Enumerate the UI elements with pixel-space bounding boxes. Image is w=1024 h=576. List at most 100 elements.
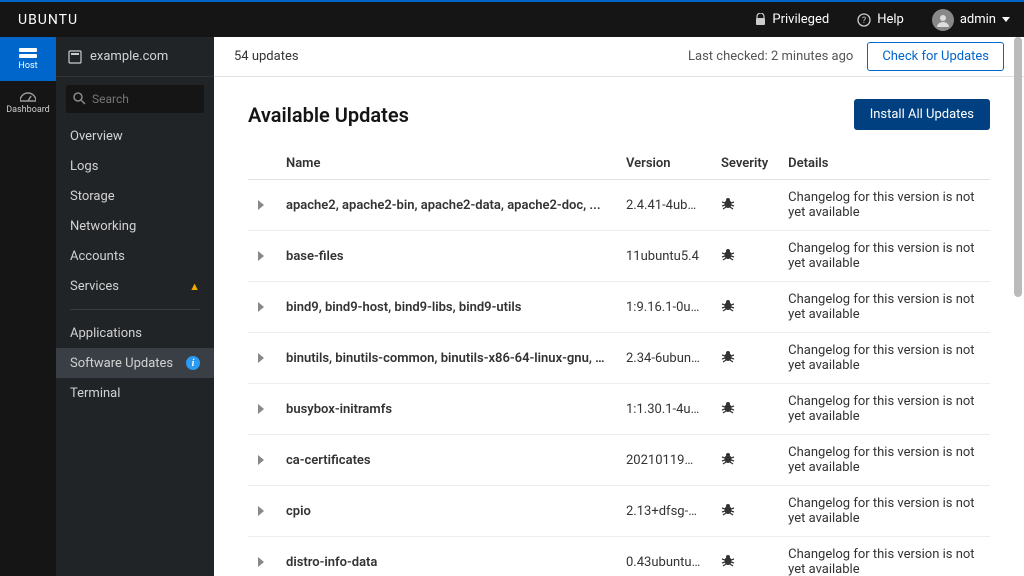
user-name: admin	[960, 12, 996, 27]
bug-icon	[721, 502, 735, 516]
nav-terminal[interactable]: Terminal	[56, 378, 214, 408]
nav-accounts[interactable]: Accounts	[56, 241, 214, 271]
main-panel: 54 updates Last checked: 2 minutes ago C…	[214, 37, 1024, 576]
table-row: cpio2.13+dfsg-2ubun... Changelog for this…	[248, 486, 990, 537]
caret-down-icon	[1002, 17, 1010, 22]
row-severity	[711, 537, 778, 576]
table-row: apache2, apache2-bin, apache2-data, apac…	[248, 180, 990, 231]
row-details: Changelog for this version is not yet av…	[778, 231, 990, 282]
row-name: base-files	[276, 231, 616, 282]
col-version: Version	[616, 148, 711, 180]
topbar: UBUNTU Privileged ? Help admin	[0, 0, 1024, 37]
row-version: 2.13+dfsg-2ubun...	[616, 486, 711, 537]
row-name: busybox-initramfs	[276, 384, 616, 435]
table-row: distro-info-data0.43ubuntu1.9 Changelog f…	[248, 537, 990, 576]
bug-icon	[721, 553, 735, 567]
row-name: apache2, apache2-bin, apache2-data, apac…	[276, 180, 616, 231]
row-name: binutils, binutils-common, binutils-x86-…	[276, 333, 616, 384]
search-input[interactable]	[66, 85, 204, 113]
scrollbar-thumb[interactable]	[1014, 37, 1022, 297]
row-severity	[711, 180, 778, 231]
user-menu[interactable]: admin	[918, 2, 1024, 37]
check-updates-button[interactable]: Check for Updates	[867, 42, 1004, 71]
expand-toggle[interactable]	[248, 486, 276, 537]
help-label: Help	[877, 12, 904, 27]
expand-toggle[interactable]	[248, 231, 276, 282]
host-icon	[68, 50, 82, 64]
expand-toggle[interactable]	[248, 537, 276, 576]
bug-icon	[721, 400, 735, 414]
row-details: Changelog for this version is not yet av…	[778, 384, 990, 435]
page-title: Available Updates	[248, 103, 409, 127]
nav-services[interactable]: Services▲	[56, 271, 214, 301]
privileged-indicator[interactable]: Privileged	[741, 2, 843, 37]
row-severity	[711, 282, 778, 333]
search-icon	[73, 92, 86, 105]
row-name: distro-info-data	[276, 537, 616, 576]
rail-dashboard-label: Dashboard	[6, 105, 50, 115]
expand-toggle[interactable]	[248, 333, 276, 384]
row-severity	[711, 231, 778, 282]
row-version: 0.43ubuntu1.9	[616, 537, 711, 576]
expand-toggle[interactable]	[248, 180, 276, 231]
rail-host[interactable]: Host	[0, 37, 56, 81]
table-row: ca-certificates20210119~20.04.2 Changelog…	[248, 435, 990, 486]
last-checked: Last checked: 2 minutes ago	[688, 49, 853, 64]
col-severity: Severity	[711, 148, 778, 180]
table-row: base-files11ubuntu5.4 Changelog for this …	[248, 231, 990, 282]
rail-host-label: Host	[18, 61, 37, 71]
row-name: bind9, bind9-host, bind9-libs, bind9-uti…	[276, 282, 616, 333]
row-severity	[711, 333, 778, 384]
row-details: Changelog for this version is not yet av…	[778, 486, 990, 537]
host-selector[interactable]: example.com	[56, 37, 214, 77]
host-name: example.com	[90, 49, 168, 64]
row-version: 20210119~20.04.2	[616, 435, 711, 486]
expand-toggle[interactable]	[248, 282, 276, 333]
row-version: 11ubuntu5.4	[616, 231, 711, 282]
warning-icon: ▲	[189, 280, 200, 293]
info-icon: i	[186, 356, 200, 370]
toolbar: 54 updates Last checked: 2 minutes ago C…	[214, 37, 1024, 77]
row-details: Changelog for this version is not yet av…	[778, 435, 990, 486]
nav-software-updates[interactable]: Software Updatesi	[56, 348, 214, 378]
server-icon	[19, 47, 37, 59]
bug-icon	[721, 247, 735, 261]
sidebar: example.com Overview Logs Storage Networ…	[56, 37, 214, 576]
row-name: ca-certificates	[276, 435, 616, 486]
svg-text:?: ?	[862, 16, 866, 26]
rail-dashboard[interactable]: Dashboard	[0, 81, 56, 125]
bug-icon	[721, 298, 735, 312]
nav-networking[interactable]: Networking	[56, 211, 214, 241]
col-name: Name	[276, 148, 616, 180]
row-severity	[711, 486, 778, 537]
install-all-button[interactable]: Install All Updates	[854, 99, 990, 130]
lock-icon	[755, 13, 766, 26]
expand-toggle[interactable]	[248, 384, 276, 435]
row-details: Changelog for this version is not yet av…	[778, 333, 990, 384]
row-name: cpio	[276, 486, 616, 537]
bug-icon	[721, 451, 735, 465]
row-details: Changelog for this version is not yet av…	[778, 180, 990, 231]
update-count: 54 updates	[234, 49, 299, 64]
row-details: Changelog for this version is not yet av…	[778, 537, 990, 576]
row-details: Changelog for this version is not yet av…	[778, 282, 990, 333]
tachometer-icon	[19, 91, 37, 103]
nav-rail: Host Dashboard	[0, 37, 56, 576]
brand: UBUNTU	[0, 12, 96, 28]
row-severity	[711, 384, 778, 435]
expand-toggle[interactable]	[248, 435, 276, 486]
table-row: busybox-initramfs1:1.30.1-4ubuntu... Chan…	[248, 384, 990, 435]
row-version: 1:1.30.1-4ubuntu...	[616, 384, 711, 435]
nav-logs[interactable]: Logs	[56, 151, 214, 181]
row-version: 1:9.16.1-0ubuntu...	[616, 282, 711, 333]
table-row: binutils, binutils-common, binutils-x86-…	[248, 333, 990, 384]
nav-overview[interactable]: Overview	[56, 121, 214, 151]
nav-storage[interactable]: Storage	[56, 181, 214, 211]
nav-applications[interactable]: Applications	[56, 318, 214, 348]
row-version: 2.4.41-4ubuntu3...	[616, 180, 711, 231]
avatar-icon	[932, 9, 954, 31]
help-button[interactable]: ? Help	[843, 2, 918, 37]
row-severity	[711, 435, 778, 486]
bug-icon	[721, 349, 735, 363]
row-version: 2.34-6ubuntu1.3	[616, 333, 711, 384]
